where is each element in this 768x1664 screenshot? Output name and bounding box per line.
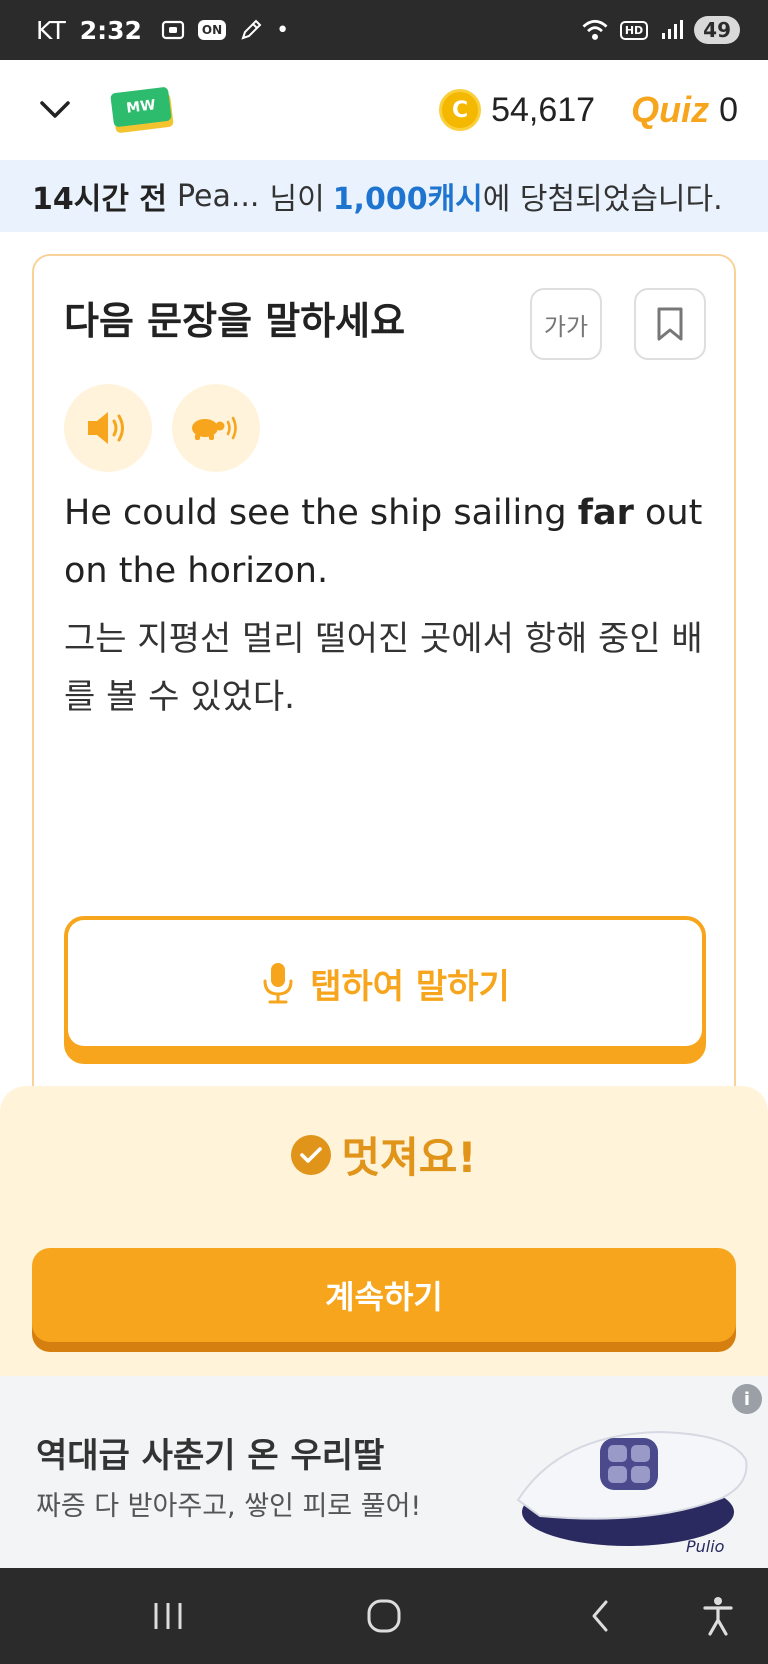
winner-notice-bar: 14시간 전 Pea... 님이 1,000캐시 에 당첨되었습니다.: [0, 160, 768, 232]
product-brand: Pulio: [686, 1537, 725, 1556]
clock-time: 2:32: [79, 15, 142, 45]
status-bar: KT 2:32 ON • HD 49: [0, 0, 768, 60]
tap-to-speak-label: 탭하여 말하기: [310, 966, 510, 1007]
status-left: KT 2:32 ON •: [36, 16, 289, 45]
app-header: MW C 54,617 Quiz 0: [0, 60, 768, 160]
screenshot-icon: [161, 20, 185, 40]
signal-icon: [662, 20, 684, 39]
bookmark-icon: [657, 307, 683, 341]
back-button[interactable]: [576, 1592, 624, 1640]
chevron-down-icon: [40, 101, 70, 118]
font-size-button[interactable]: 가가: [530, 288, 602, 360]
recent-apps-button[interactable]: [144, 1592, 192, 1640]
quiz-count: 0: [719, 90, 738, 129]
checkmark-icon: [300, 1146, 323, 1163]
quiz-card: 다음 문장을 말하세요 가가 He could see the ship sai…: [32, 254, 736, 1114]
notice-time: 14시간 전: [32, 182, 167, 217]
massager-product-image: Pulio: [516, 1430, 748, 1556]
collapse-button[interactable]: [38, 93, 72, 127]
result-panel: 멋져요! 계속하기: [0, 1086, 768, 1376]
hd-voice-badge: HD: [619, 20, 649, 40]
on-badge: ON: [197, 20, 227, 40]
status-right: HD 49: [580, 15, 740, 45]
recent-apps-icon: [154, 1603, 182, 1629]
speaker-icon: [88, 412, 124, 444]
notification-dot: •: [276, 17, 290, 43]
play-audio-button[interactable]: [64, 384, 152, 472]
carrier-label: KT: [36, 15, 66, 45]
home-icon: [367, 1599, 401, 1633]
notice-text-predicate: 에 당첨되었습니다.: [482, 182, 723, 217]
check-circle-icon: [291, 1134, 332, 1175]
coin-count: 54,617: [491, 90, 596, 129]
accessibility-button[interactable]: [694, 1592, 742, 1640]
result-text: 멋져요!: [341, 1133, 477, 1182]
play-slow-audio-button[interactable]: [172, 384, 260, 472]
font-size-label: 가가: [543, 312, 589, 341]
result-message: 멋져요!: [0, 1124, 768, 1185]
wifi-icon: [582, 19, 608, 40]
turtle-speaker-icon: [192, 416, 237, 440]
system-nav-bar: [0, 1568, 768, 1664]
header-stats: C 54,617 Quiz 0: [439, 89, 738, 131]
ad-banner[interactable]: 역대급 사춘기 온 우리딸 짜증 다 받아주고, 쌓인 피로 풀어! i Pul…: [0, 1376, 768, 1568]
home-button[interactable]: [360, 1592, 408, 1640]
continue-button[interactable]: 계속하기: [32, 1248, 736, 1342]
card-title: 다음 문장을 말하세요: [64, 299, 406, 343]
status-notification-icons: ON •: [160, 17, 289, 43]
notice-text-subject: 님이: [269, 182, 325, 217]
ad-title: 역대급 사춘기 온 우리딸: [36, 1436, 385, 1476]
notice-amount: 1,000캐시: [332, 182, 483, 217]
microphone-icon: [263, 963, 293, 1004]
tap-to-speak-button[interactable]: 탭하여 말하기: [64, 916, 706, 1064]
ad-subtitle: 짜증 다 받아주고, 쌓인 피로 풀어!: [36, 1491, 422, 1522]
logo-card-front: MW: [110, 86, 172, 128]
app-logo[interactable]: MW: [110, 86, 174, 134]
coin-symbol: C: [452, 97, 469, 123]
coin-icon: C: [439, 89, 482, 131]
back-arrow-icon: [592, 1600, 608, 1632]
accessibility-icon: [703, 1597, 733, 1636]
highlighted-word: far: [577, 493, 634, 533]
logo-text: MW: [125, 97, 157, 117]
korean-translation: 그는 지평선 멀리 떨어진 곳에서 항해 중인 배를 볼 수 있었다.: [64, 619, 703, 717]
notice-user-name: Pea...: [177, 178, 260, 214]
pen-icon: [241, 19, 262, 40]
battery-indicator: 49: [694, 16, 740, 44]
bookmark-button[interactable]: [634, 288, 706, 360]
sentence-en-before: He could see the ship sailing: [64, 493, 578, 533]
continue-label: 계속하기: [325, 1278, 443, 1316]
english-sentence: He could see the ship sailing far out on…: [64, 484, 704, 600]
tap-to-speak-face: 탭하여 말하기: [68, 920, 702, 1046]
quiz-logo: Quiz: [631, 89, 710, 130]
